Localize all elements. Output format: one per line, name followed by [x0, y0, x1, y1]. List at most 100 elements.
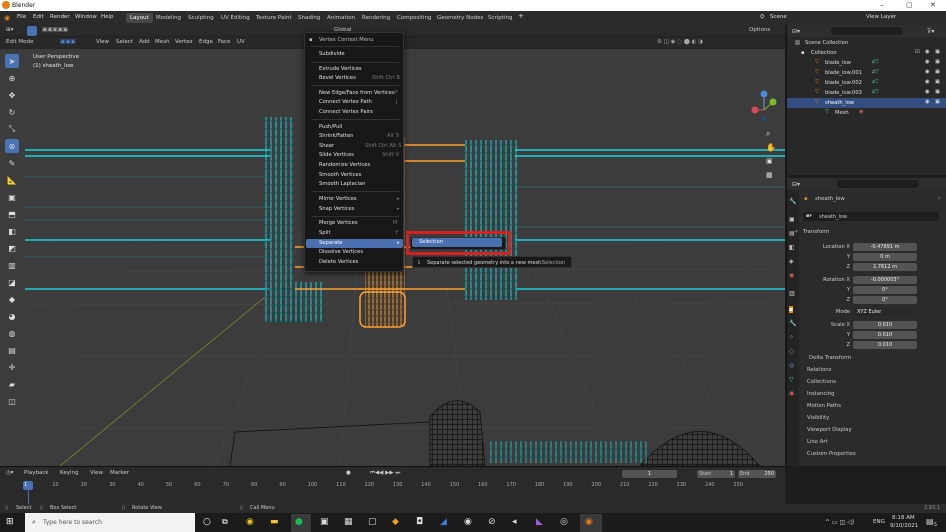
render-tab-icon[interactable]: ▣	[789, 216, 795, 223]
file-explorer-icon[interactable]: ▬	[270, 517, 279, 527]
eye-icon[interactable]: ◉	[925, 99, 930, 105]
clock-time[interactable]: 8:18 AM	[892, 515, 915, 521]
chrome-icon[interactable]: ◉	[246, 517, 254, 527]
section-motion-paths[interactable]: Motion Paths	[807, 403, 841, 409]
tab-shading[interactable]: Shading	[294, 13, 324, 23]
menu-uv[interactable]: UV	[237, 39, 245, 45]
menu-item-new-edge-face[interactable]: New Edge/Face from Vertices	[319, 90, 395, 96]
outliner-search-input[interactable]	[831, 27, 903, 35]
menu-item-shrink-fatten[interactable]: Shrink/Fatten	[319, 133, 353, 139]
store-icon[interactable]: ▣	[320, 517, 329, 527]
rotation-x-field[interactable]: -0.000003°	[853, 276, 917, 284]
move-tool-icon[interactable]: ✥	[5, 88, 19, 102]
task-view-icon[interactable]: ⧉	[222, 517, 228, 527]
filter-icon[interactable]: ⊽▾	[927, 28, 934, 35]
eye-icon[interactable]: ◉	[925, 79, 930, 85]
material-tab-icon[interactable]: ◉	[789, 390, 794, 397]
camera-render-icon[interactable]: ▣	[935, 99, 940, 105]
outliner-row-collection[interactable]: ▪ Collection ☑ ◉ ▣	[787, 48, 946, 58]
add-cube-tool-icon[interactable]: ▣	[5, 190, 19, 204]
eye-icon[interactable]: ◉	[925, 89, 930, 95]
app-icon[interactable]: ◎	[560, 517, 568, 527]
properties-search-input[interactable]	[837, 180, 919, 188]
menu-item-subdivide[interactable]: Subdivide	[319, 51, 345, 57]
menu-view[interactable]: View	[96, 39, 109, 45]
camera-icon[interactable]: ▣	[766, 157, 773, 165]
rotation-y-field[interactable]: 0°	[853, 286, 917, 294]
app-icon[interactable]: ▢	[368, 517, 377, 527]
object-tab-icon[interactable]: ▪	[789, 306, 794, 313]
menu-item-split[interactable]: Split	[319, 230, 331, 236]
camera-render-icon[interactable]: ▣	[935, 49, 940, 55]
maximize-icon[interactable]: ▢	[906, 1, 913, 9]
timeline-editor-icon[interactable]: ◷▾	[6, 470, 14, 476]
app-icon[interactable]: ◢	[440, 517, 447, 527]
timeline-ruler[interactable]: 1 10 20 30 40 50 60 70 80 90 100 110 120 130 140 150 160…	[0, 481, 785, 490]
menu-edit[interactable]: Edit	[33, 14, 44, 20]
location-x-field[interactable]: -0.47891 m	[853, 243, 917, 251]
menu-item-snap-vertices[interactable]: Snap Vertices	[319, 206, 354, 212]
tab-compositing[interactable]: Compositing	[393, 13, 435, 23]
grid-view-icon[interactable]: ▦	[766, 171, 773, 179]
menu-item-bevel-vertices[interactable]: Bevel Vertices	[319, 75, 356, 81]
mode-dropdown[interactable]: Edit Mode	[6, 39, 33, 45]
menu-add[interactable]: Add	[139, 39, 150, 45]
editor-type-icon[interactable]: ⊞▾	[6, 27, 13, 33]
app-icon[interactable]: ◆	[392, 517, 399, 527]
tab-modeling[interactable]: Modeling	[152, 13, 185, 23]
output-tab-icon[interactable]: ▤	[789, 230, 795, 237]
camera-render-icon[interactable]: ▣	[935, 79, 940, 85]
visual-studio-icon[interactable]: ◣	[536, 517, 543, 527]
particles-tab-icon[interactable]: ⁘	[789, 334, 794, 341]
axis-gizmo-icon[interactable]	[749, 89, 779, 125]
tab-sculpting[interactable]: Sculpting	[184, 13, 218, 23]
menu-item-separate[interactable]: Separate	[319, 240, 343, 246]
select-mode-icons[interactable]: ▣▣▣▣▣	[42, 27, 68, 33]
menu-item-slide-vertices[interactable]: Slide Vertices	[319, 152, 354, 158]
location-y-field[interactable]: 0 m	[853, 253, 917, 261]
spin-tool-icon[interactable]: ◕	[5, 309, 19, 323]
tab-texture-paint[interactable]: Texture Paint	[252, 13, 296, 23]
select-element-icons[interactable]: ▣▣▣	[60, 39, 76, 45]
tool-tab-icon[interactable]: 🔧	[789, 198, 796, 205]
app-icon[interactable]: ◂	[512, 517, 517, 527]
section-relations[interactable]: Relations	[807, 367, 831, 373]
tab-geometry-nodes[interactable]: Geometry Nodes	[433, 13, 487, 23]
menu-item-mirror-vertices[interactable]: Mirror Vertices	[319, 196, 357, 202]
zoom-icon[interactable]: ⌕	[766, 129, 770, 139]
view-layer-name[interactable]: View Layer	[866, 14, 896, 20]
collection-tab-icon[interactable]: ▥	[789, 290, 795, 297]
record-icon[interactable]: ●	[346, 470, 351, 476]
tab-rendering[interactable]: Rendering	[358, 13, 394, 23]
collapse-icon[interactable]: ▾	[795, 229, 798, 235]
options-dropdown[interactable]: Options	[749, 27, 770, 33]
taskbar-search-box[interactable]: ⌕ Type here to search	[25, 513, 195, 532]
menu-playback[interactable]: Playback	[24, 470, 49, 476]
menu-item-shear[interactable]: Shear	[319, 143, 334, 149]
constraints-tab-icon[interactable]: ◎	[789, 362, 794, 369]
transform-tool-icon[interactable]: ⊛	[5, 139, 19, 153]
menu-mesh[interactable]: Mesh	[155, 39, 169, 45]
menu-file[interactable]: File	[17, 14, 26, 20]
language-indicator[interactable]: ENG	[873, 519, 885, 525]
menu-help[interactable]: Help	[101, 14, 114, 20]
calculator-icon[interactable]: ▦	[344, 517, 353, 527]
select-box-icon[interactable]	[27, 26, 37, 36]
camera-render-icon[interactable]: ▣	[935, 89, 940, 95]
menu-marker[interactable]: Marker	[110, 470, 129, 476]
tab-animation[interactable]: Animation	[323, 13, 359, 23]
menu-item-dissolve-vertices[interactable]: Dissolve Vertices	[319, 249, 363, 255]
app-icon[interactable]: ⊘	[488, 517, 496, 527]
edge-slide-tool-icon[interactable]: ▤	[5, 343, 19, 357]
rotation-z-field[interactable]: 0°	[853, 296, 917, 304]
pin-icon[interactable]: ✧	[937, 196, 941, 202]
end-frame-field[interactable]: 250	[756, 470, 776, 478]
outliner-row-blade-low[interactable]: ▽ blade_low ʑ▽ ◉ ▣	[787, 58, 946, 68]
smooth-tool-icon[interactable]: ◍	[5, 326, 19, 340]
shrink-fatten-tool-icon[interactable]: ✛	[5, 360, 19, 374]
rotate-tool-icon[interactable]: ↻	[5, 105, 19, 119]
modifier-tab-icon[interactable]: 🔧	[789, 320, 796, 327]
bevel-tool-icon[interactable]: ◩	[5, 241, 19, 255]
menu-item-connect-vertex-pairs[interactable]: Connect Vertex Pairs	[319, 109, 373, 115]
knife-tool-icon[interactable]: ◪	[5, 275, 19, 289]
